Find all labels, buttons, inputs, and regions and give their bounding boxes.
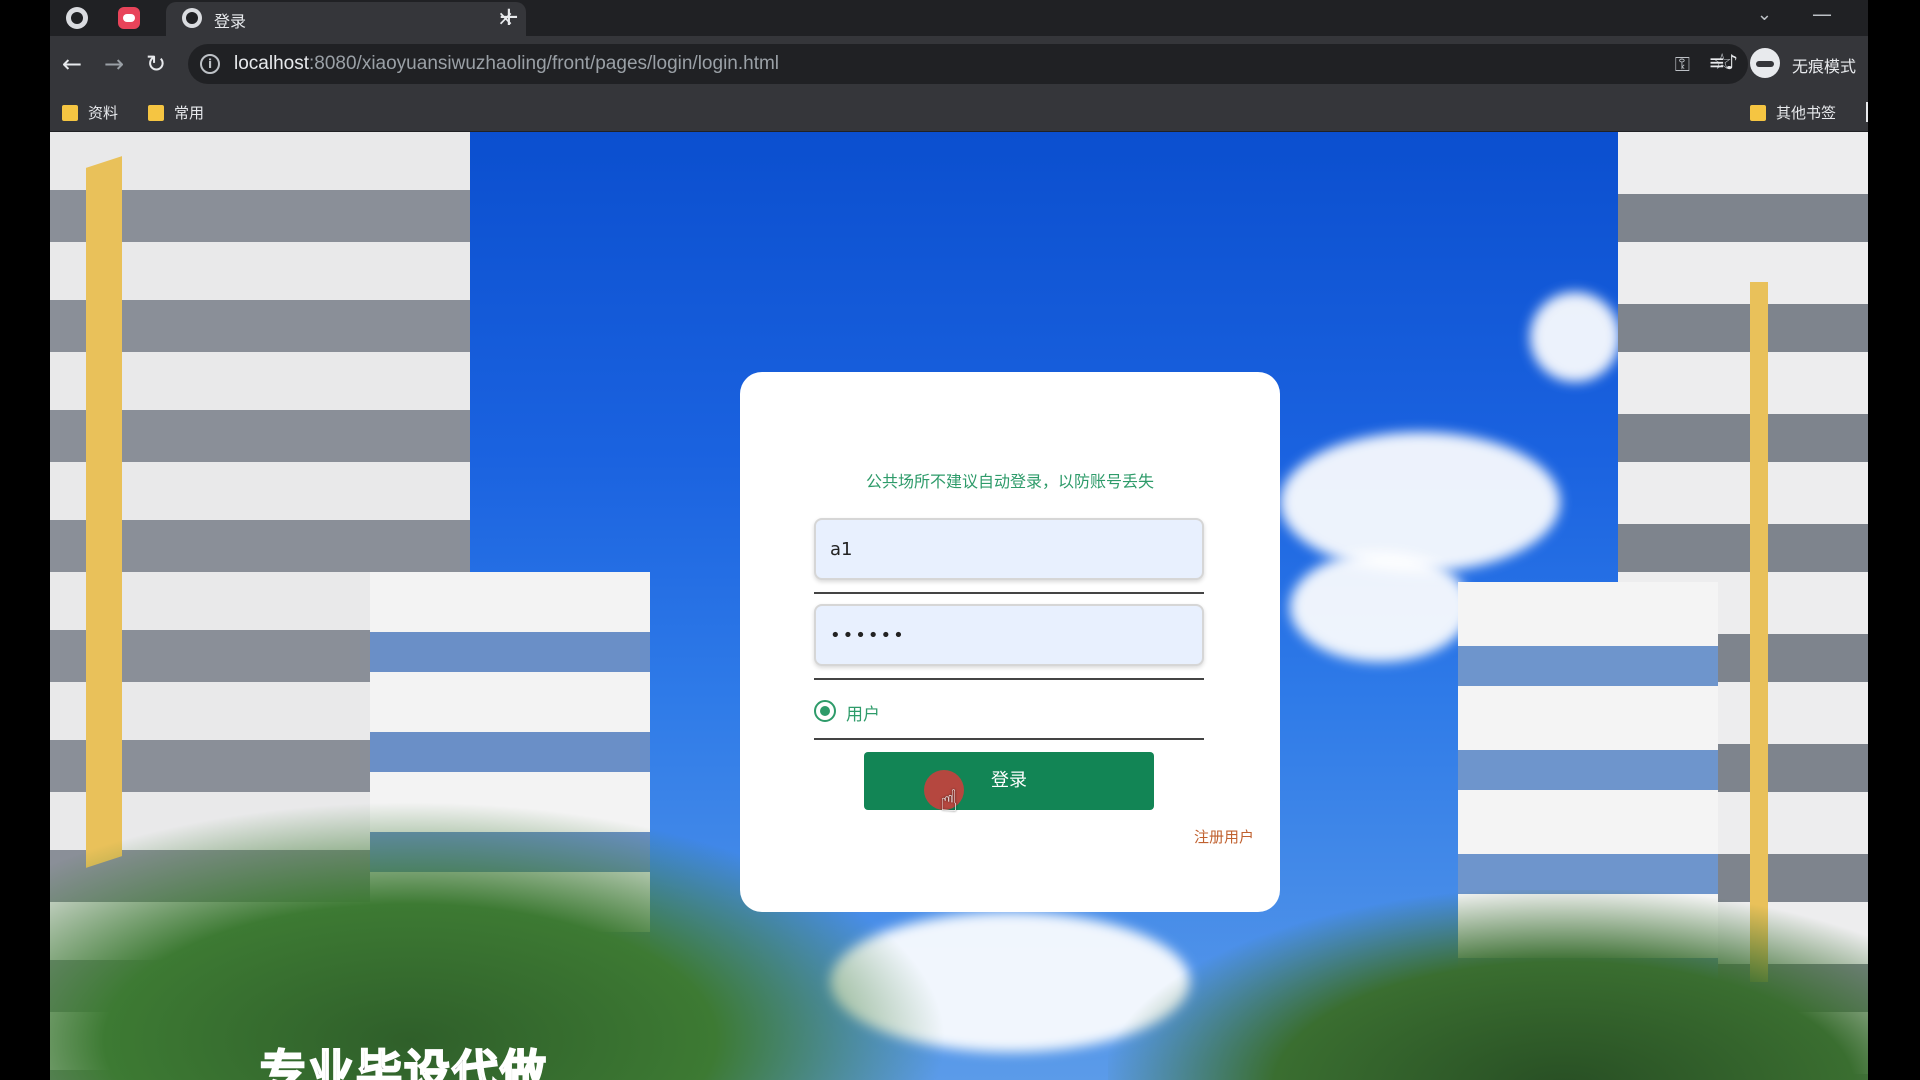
browser-toolbar: ← → ↻ i localhost:8080/xiaoyuansiwuzhaol… <box>50 36 1868 94</box>
login-card: 公共场所不建议自动登录，以防账号丢失 用户 登录 ☝ 注册用户 <box>740 372 1280 912</box>
other-bookmarks-folder[interactable]: 其他书签 <box>1749 103 1836 123</box>
bookmark-folder[interactable]: 常用 <box>148 103 204 123</box>
auto-login-notice: 公共场所不建议自动登录，以防账号丢失 <box>865 472 1154 491</box>
watermark-text: 专业毕设代做 <box>259 1044 548 1080</box>
address-bar[interactable]: i localhost:8080/xiaoyuansiwuzhaoling/fr… <box>188 44 1748 84</box>
cloud-decoration <box>1290 552 1470 662</box>
globe-icon <box>182 8 202 28</box>
username-input[interactable] <box>814 518 1204 580</box>
incognito-icon[interactable] <box>1750 48 1780 78</box>
bookmark-folder[interactable]: 资料 <box>62 103 118 123</box>
chevron-down-icon[interactable]: ⌄ <box>1757 4 1772 25</box>
bilibili-icon[interactable] <box>118 7 140 29</box>
reload-button[interactable]: ↻ <box>140 48 172 80</box>
field-divider <box>814 678 1204 680</box>
minimize-button[interactable]: — <box>1812 2 1832 26</box>
url-host: localhost <box>234 53 309 74</box>
password-input[interactable] <box>814 604 1204 666</box>
cloud-decoration <box>1530 292 1620 382</box>
back-button[interactable]: ← <box>56 48 88 80</box>
hand-cursor-icon: ☝ <box>940 784 959 819</box>
tab-strip: 登录 × + ⌄ — <box>50 0 1868 36</box>
login-button[interactable]: 登录 <box>864 752 1154 810</box>
role-label[interactable]: 用户 <box>846 700 880 725</box>
forward-button[interactable]: → <box>98 48 130 80</box>
building-stripe <box>86 156 122 868</box>
field-divider <box>814 738 1204 740</box>
globe-icon[interactable] <box>66 7 88 29</box>
register-link[interactable]: 注册用户 <box>1194 826 1254 847</box>
tab-login[interactable]: 登录 × <box>166 2 526 36</box>
new-tab-button[interactable]: + <box>498 2 520 32</box>
bookmarks-bar: 资料 常用 其他书签 <box>50 94 1868 132</box>
role-radio-user[interactable] <box>814 700 836 722</box>
media-control-icon[interactable]: ≡♪ <box>1708 50 1738 74</box>
bookmarks-divider <box>1866 102 1868 122</box>
browser-window: 登录 × + ⌄ — ← → ↻ i localhost:8080/xiaoyu… <box>50 0 1868 1080</box>
url-path: :8080/xiaoyuansiwuzhaoling/front/pages/l… <box>309 53 780 74</box>
cloud-decoration <box>1280 432 1560 572</box>
building-stripe <box>1750 282 1768 982</box>
info-icon[interactable]: i <box>200 54 220 74</box>
page-background: 专业毕设代做 公共场所不建议自动登录，以防账号丢失 用户 登录 ☝ 注册用户 <box>50 132 1868 1080</box>
tab-title: 登录 <box>214 12 247 31</box>
trees-right <box>1108 890 1868 1080</box>
incognito-label[interactable]: 无痕模式 <box>1792 53 1856 77</box>
key-icon[interactable]: ⚿ <box>1675 52 1690 76</box>
field-divider <box>814 592 1204 594</box>
url-text[interactable]: localhost:8080/xiaoyuansiwuzhaoling/fron… <box>234 53 779 75</box>
